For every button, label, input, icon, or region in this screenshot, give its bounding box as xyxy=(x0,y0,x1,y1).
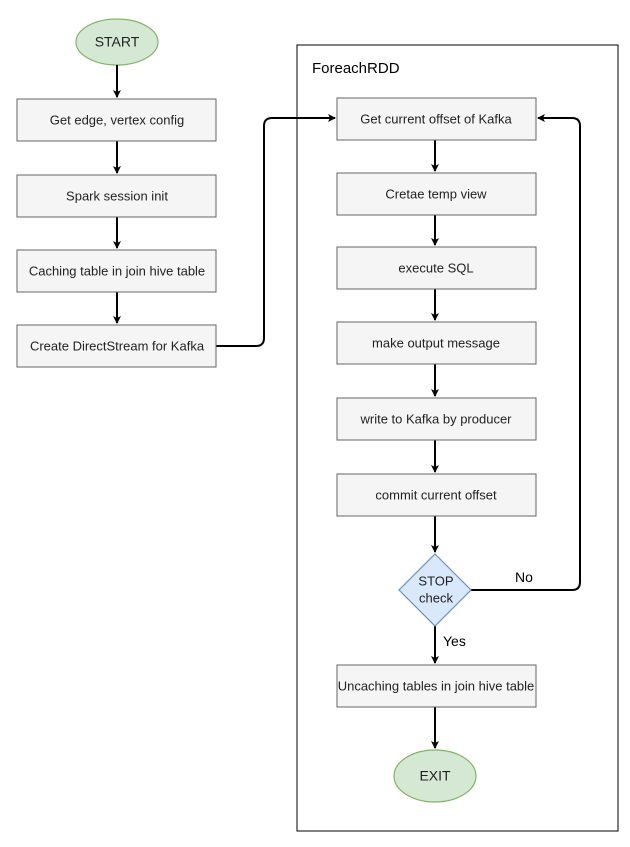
uncaching-step: Uncaching tables in join hive table xyxy=(336,664,537,708)
svg-text:Get edge, vertex config: Get edge, vertex config xyxy=(50,112,184,127)
no-label: No xyxy=(515,569,533,585)
decision-line2: check xyxy=(419,590,453,605)
svg-text:execute SQL: execute SQL xyxy=(398,260,473,275)
flowchart: ForeachRDD START Get edge, vertex config… xyxy=(16,18,619,832)
svg-text:Spark session init: Spark session init xyxy=(66,188,168,203)
container-title: ForeachRDD xyxy=(312,60,400,77)
left-step-4: Create DirectStream for Kafka xyxy=(16,324,217,368)
loop-step-2: Cretae temp view xyxy=(336,172,537,216)
svg-text:make output message: make output message xyxy=(372,335,500,350)
left-step-3: Caching table in join hive table xyxy=(16,249,217,293)
loop-step-4: make output message xyxy=(336,321,537,365)
exit-label: EXIT xyxy=(419,768,451,784)
svg-text:Create DirectStream for Kafka: Create DirectStream for Kafka xyxy=(30,338,205,353)
left-step-2: Spark session init xyxy=(16,174,217,218)
svg-text:Get current offset of Kafka: Get current offset of Kafka xyxy=(360,111,512,126)
svg-text:Uncaching tables in join hive: Uncaching tables in join hive table xyxy=(338,678,535,693)
svg-text:Caching table in join hive tab: Caching table in join hive table xyxy=(29,263,205,278)
decision-line1: STOP xyxy=(418,573,453,588)
loop-step-1: Get current offset of Kafka xyxy=(336,97,537,141)
left-step-1: Get edge, vertex config xyxy=(16,98,217,142)
yes-label: Yes xyxy=(443,633,466,649)
svg-text:write to Kafka by producer: write to Kafka by producer xyxy=(359,411,512,426)
loop-step-3: execute SQL xyxy=(336,246,537,290)
start-label: START xyxy=(95,34,140,50)
loop-step-5: write to Kafka by producer xyxy=(336,397,537,441)
svg-text:Cretae temp view: Cretae temp view xyxy=(385,186,487,201)
loop-step-6: commit current offset xyxy=(336,473,537,517)
svg-text:commit current offset: commit current offset xyxy=(375,487,497,502)
